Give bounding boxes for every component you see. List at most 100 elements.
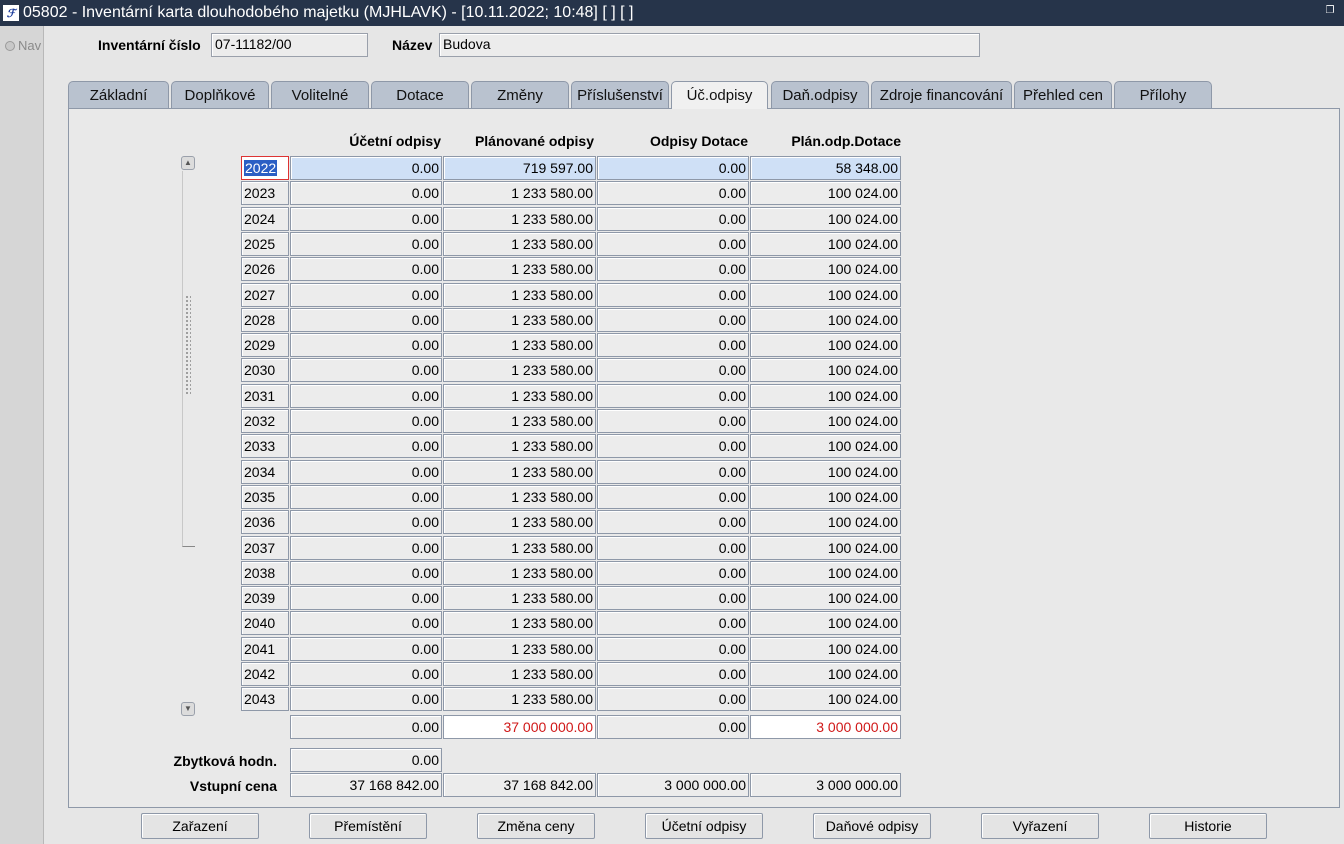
table-cell-planovane[interactable]: 1 233 580.00 — [443, 434, 596, 459]
zarazeni-button[interactable]: Zařazení — [141, 813, 259, 839]
inventory-number-field[interactable]: 07-11182/00 — [211, 33, 368, 57]
ucetni-odpisy-button[interactable]: Účetní odpisy — [645, 813, 763, 839]
table-cell-plan-dotace[interactable]: 100 024.00 — [750, 409, 901, 433]
tab-p-ehled-cen[interactable]: Přehled cen — [1014, 81, 1112, 108]
table-cell-plan-dotace[interactable]: 100 024.00 — [750, 206, 901, 231]
table-cell-dotace[interactable]: 0.00 — [597, 459, 749, 484]
table-cell-planovane[interactable]: 1 233 580.00 — [443, 257, 596, 282]
table-cell-planovane[interactable]: 1 233 580.00 — [443, 510, 596, 535]
table-cell-plan-dotace[interactable]: 58 348.00 — [750, 156, 901, 180]
residual-value-field[interactable]: 0.00 — [290, 748, 442, 772]
table-cell-ucetni[interactable]: 0.00 — [290, 611, 442, 636]
historie-button[interactable]: Historie — [1149, 813, 1267, 839]
table-cell-ucetni[interactable]: 0.00 — [290, 586, 442, 611]
table-cell-ucetni[interactable]: 0.00 — [290, 307, 442, 332]
table-cell-dotace[interactable]: 0.00 — [597, 434, 749, 459]
table-cell-planovane[interactable]: 1 233 580.00 — [443, 409, 596, 433]
table-cell-dotace[interactable]: 0.00 — [597, 181, 749, 206]
table-cell-dotace[interactable]: 0.00 — [597, 662, 749, 686]
table-cell-ucetni[interactable]: 0.00 — [290, 231, 442, 256]
year-cell[interactable]: 2040 — [241, 611, 289, 636]
table-cell-plan-dotace[interactable]: 100 024.00 — [750, 231, 901, 256]
table-cell-ucetni[interactable]: 0.00 — [290, 409, 442, 433]
year-cell[interactable]: 2027 — [241, 282, 289, 307]
table-cell-dotace[interactable]: 0.00 — [597, 358, 749, 383]
table-cell-dotace[interactable]: 0.00 — [597, 257, 749, 282]
table-cell-planovane[interactable]: 1 233 580.00 — [443, 358, 596, 383]
table-cell-plan-dotace[interactable]: 100 024.00 — [750, 636, 901, 661]
year-cell[interactable]: 2043 — [241, 687, 289, 712]
table-cell-planovane[interactable]: 1 233 580.00 — [443, 181, 596, 206]
year-cell[interactable]: 2038 — [241, 560, 289, 585]
table-cell-dotace[interactable]: 0.00 — [597, 510, 749, 535]
year-cell[interactable]: 2037 — [241, 535, 289, 560]
table-cell-plan-dotace[interactable]: 100 024.00 — [750, 434, 901, 459]
tab-z-kladn-[interactable]: Základní — [68, 81, 169, 108]
table-cell-plan-dotace[interactable]: 100 024.00 — [750, 535, 901, 560]
year-cell[interactable]: 2034 — [241, 459, 289, 484]
year-cell[interactable]: 2035 — [241, 484, 289, 509]
table-cell-plan-dotace[interactable]: 100 024.00 — [750, 484, 901, 509]
table-cell-planovane[interactable]: 1 233 580.00 — [443, 636, 596, 661]
table-cell-planovane[interactable]: 1 233 580.00 — [443, 535, 596, 560]
tab-zdroje-financov-n-[interactable]: Zdroje financování — [871, 81, 1012, 108]
table-cell-planovane[interactable]: 1 233 580.00 — [443, 662, 596, 686]
year-cell[interactable]: 2026 — [241, 257, 289, 282]
year-cell[interactable]: 2023 — [241, 181, 289, 206]
zmena-ceny-button[interactable]: Změna ceny — [477, 813, 595, 839]
table-cell-planovane[interactable]: 1 233 580.00 — [443, 333, 596, 358]
tab--odpisy[interactable]: Úč.odpisy — [671, 81, 768, 109]
table-cell-dotace[interactable]: 0.00 — [597, 231, 749, 256]
tab-da-odpisy[interactable]: Daň.odpisy — [771, 81, 869, 108]
table-cell-dotace[interactable]: 0.00 — [597, 409, 749, 433]
table-cell-dotace[interactable]: 0.00 — [597, 687, 749, 712]
scrollbar-grip[interactable] — [185, 295, 191, 395]
scroll-down-arrow-icon[interactable]: ▼ — [181, 702, 195, 716]
premisteni-button[interactable]: Přemístění — [309, 813, 427, 839]
table-cell-ucetni[interactable]: 0.00 — [290, 636, 442, 661]
table-cell-plan-dotace[interactable]: 100 024.00 — [750, 358, 901, 383]
table-cell-planovane[interactable]: 1 233 580.00 — [443, 307, 596, 332]
table-cell-plan-dotace[interactable]: 100 024.00 — [750, 383, 901, 408]
table-cell-ucetni[interactable]: 0.00 — [290, 181, 442, 206]
table-cell-plan-dotace[interactable]: 100 024.00 — [750, 181, 901, 206]
year-cell[interactable]: 2041 — [241, 636, 289, 661]
year-cell[interactable]: 2039 — [241, 586, 289, 611]
table-cell-ucetni[interactable]: 0.00 — [290, 459, 442, 484]
tab-dotace[interactable]: Dotace — [371, 81, 469, 108]
table-cell-ucetni[interactable]: 0.00 — [290, 510, 442, 535]
table-cell-ucetni[interactable]: 0.00 — [290, 662, 442, 686]
table-cell-plan-dotace[interactable]: 100 024.00 — [750, 333, 901, 358]
table-cell-dotace[interactable]: 0.00 — [597, 636, 749, 661]
table-cell-planovane[interactable]: 1 233 580.00 — [443, 586, 596, 611]
table-cell-planovane[interactable]: 1 233 580.00 — [443, 231, 596, 256]
table-cell-ucetni[interactable]: 0.00 — [290, 687, 442, 712]
year-cell[interactable]: 2028 — [241, 307, 289, 332]
table-cell-ucetni[interactable]: 0.00 — [290, 560, 442, 585]
table-cell-plan-dotace[interactable]: 100 024.00 — [750, 510, 901, 535]
table-cell-dotace[interactable]: 0.00 — [597, 307, 749, 332]
year-cell[interactable]: 2022 — [241, 156, 289, 180]
table-cell-dotace[interactable]: 0.00 — [597, 484, 749, 509]
table-cell-dotace[interactable]: 0.00 — [597, 383, 749, 408]
table-cell-planovane[interactable]: 1 233 580.00 — [443, 687, 596, 712]
table-cell-ucetni[interactable]: 0.00 — [290, 383, 442, 408]
table-cell-planovane[interactable]: 1 233 580.00 — [443, 206, 596, 231]
nav-toggle[interactable]: Nav — [5, 38, 41, 53]
table-cell-planovane[interactable]: 1 233 580.00 — [443, 484, 596, 509]
table-cell-plan-dotace[interactable]: 100 024.00 — [750, 687, 901, 712]
table-cell-ucetni[interactable]: 0.00 — [290, 282, 442, 307]
table-cell-dotace[interactable]: 0.00 — [597, 586, 749, 611]
table-cell-ucetni[interactable]: 0.00 — [290, 156, 442, 180]
table-cell-dotace[interactable]: 0.00 — [597, 333, 749, 358]
table-cell-plan-dotace[interactable]: 100 024.00 — [750, 257, 901, 282]
table-cell-dotace[interactable]: 0.00 — [597, 156, 749, 180]
table-cell-plan-dotace[interactable]: 100 024.00 — [750, 459, 901, 484]
table-cell-planovane[interactable]: 1 233 580.00 — [443, 383, 596, 408]
scroll-up-arrow-icon[interactable]: ▲ — [181, 156, 195, 170]
table-cell-ucetni[interactable]: 0.00 — [290, 434, 442, 459]
danove-odpisy-button[interactable]: Daňové odpisy — [813, 813, 931, 839]
table-cell-dotace[interactable]: 0.00 — [597, 611, 749, 636]
year-cell[interactable]: 2025 — [241, 231, 289, 256]
year-cell[interactable]: 2032 — [241, 409, 289, 433]
